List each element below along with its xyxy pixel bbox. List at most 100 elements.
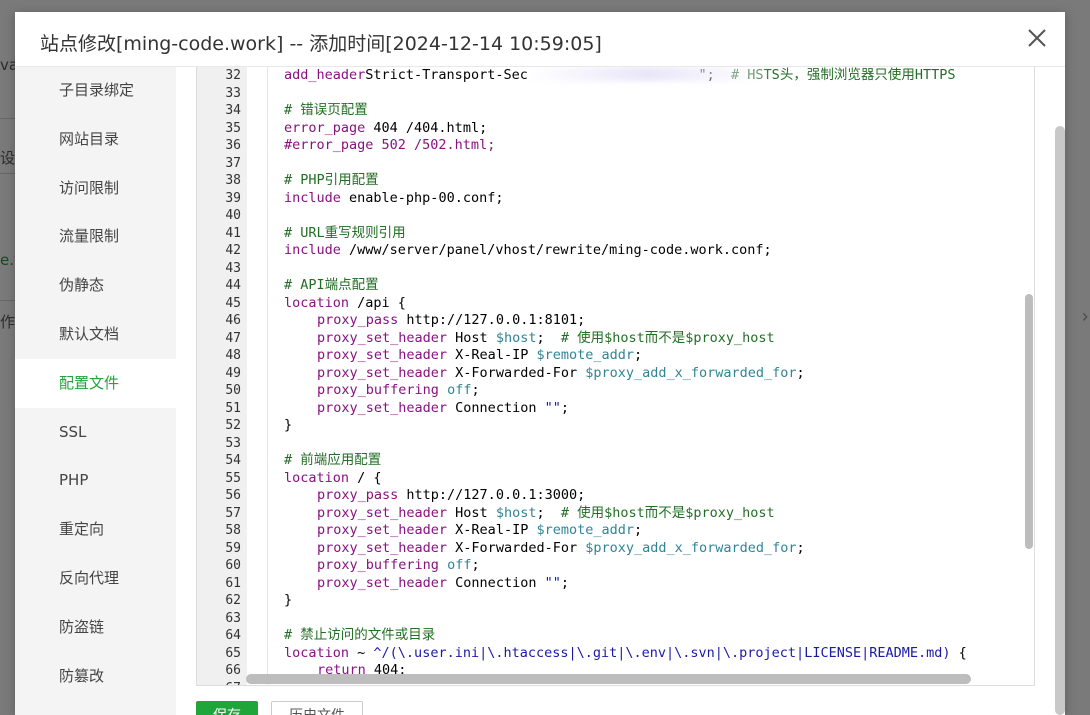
config-editor[interactable]: 32 33 34 35 36 37 38 39 40 41 42 43 44 45 46 47 48 49 50 51… (196, 67, 1035, 686)
sidebar-item[interactable]: PHP (15, 456, 176, 505)
line-number: 56 (225, 488, 241, 503)
sidebar-item[interactable]: 流量限制 (15, 212, 176, 261)
code-token: $remote_addr (536, 347, 634, 363)
modal-title: 站点修改[ming-code.work] -- 添加时间[2024-12-14 … (40, 33, 602, 55)
code-token: $proxy_add_x_forwarded_for (585, 539, 797, 556)
sidebar-item[interactable]: SSL (15, 408, 176, 457)
modal-header: 站点修改[ming-code.work] -- 添加时间[2024-12-14 … (15, 12, 1065, 67)
code-token: X-Real-IP (447, 522, 537, 538)
sidebar-item[interactable]: 默认文档 (15, 310, 176, 359)
code-token: proxy_set_header (317, 364, 448, 381)
sidebar-item[interactable]: 子目录绑定 (15, 66, 176, 115)
code-token: proxy_set_header (317, 522, 448, 538)
line-number: 40 (225, 208, 241, 223)
line-number: 61 (225, 575, 241, 591)
code-token: Connection (447, 399, 545, 416)
code-line: include /www/server/panel/vhost/rewrite/… (284, 242, 772, 260)
sidebar-item[interactable]: 防篡改 (15, 652, 176, 701)
code-token: # 使用$host而不是$proxy_host (560, 504, 775, 521)
line-number: 63 (225, 610, 241, 626)
background-text-fragment: 作 (0, 313, 16, 331)
sidebar-item[interactable]: 访问限制 (15, 164, 176, 213)
code-token: $proxy_add_x_forwarded_for (585, 364, 797, 381)
code-token: X-Forwarded-For (447, 539, 586, 556)
history-file-button[interactable]: 历史文件 (271, 701, 363, 715)
line-number: 39 (225, 190, 241, 206)
code-token: proxy_set_header (317, 539, 448, 556)
sidebar-item[interactable]: 防盗链 (15, 603, 176, 652)
line-number: 50 (225, 383, 241, 398)
line-number: 65 (225, 645, 241, 661)
code-token: 404 /404.html; (365, 119, 488, 136)
sidebar-item[interactable]: 伪静态 (15, 261, 176, 310)
code-token: # URL重写规则引用 (284, 224, 406, 241)
code-token: off (447, 382, 472, 398)
sidebar-item[interactable]: 配置文件 (15, 358, 176, 408)
editor-vertical-scrollbar[interactable] (1025, 294, 1033, 549)
code-token: "" (544, 399, 561, 416)
code-line: location ~ ^/(\.user.ini|\.htaccess|\.gi… (284, 645, 967, 663)
line-number: 38 (225, 173, 241, 188)
code-token: include (284, 242, 341, 258)
code-token: /www/server/panel/vhost/rewrite/ming-cod… (340, 242, 772, 258)
code-token: # PHP引用配置 (284, 172, 379, 188)
close-icon (1028, 29, 1046, 47)
sidebar-item[interactable]: 网站目录 (15, 115, 176, 164)
code-token: Host (447, 329, 496, 346)
line-number: 48 (225, 348, 241, 363)
editor-horizontal-scrollbar[interactable] (246, 674, 971, 684)
code-token: /api { (349, 294, 406, 311)
code-token: proxy_pass (317, 312, 399, 328)
code-line: proxy_set_header X-Forwarded-For $proxy_… (317, 540, 805, 558)
save-button[interactable]: 保存 (196, 701, 258, 715)
code-token: $remote_addr (536, 522, 634, 538)
sidebar-item[interactable]: 网站安全 (15, 700, 176, 715)
code-line: #error_page 502 /502.html; (284, 137, 495, 155)
code-token: X-Forwarded-For (447, 364, 586, 381)
chevron-right-icon: › (1082, 306, 1088, 326)
code-token: enable-php-00.conf; (340, 189, 504, 206)
sidebar-item[interactable]: 反向代理 (15, 554, 176, 603)
code-line: proxy_set_header Connection ""; (317, 575, 569, 593)
code-line: # API端点配置 (284, 277, 379, 295)
line-number: 44 (225, 278, 241, 293)
code-token: # API端点配置 (284, 277, 379, 293)
code-line: include enable-php-00.conf; (284, 190, 503, 208)
code-line: proxy_set_header X-Forwarded-For $proxy_… (317, 365, 805, 383)
code-line: # URL重写规则引用 (284, 225, 406, 243)
indent-guide (267, 67, 268, 685)
code-line: } (284, 417, 292, 435)
code-token: proxy_buffering (317, 382, 439, 398)
line-number: 37 (225, 155, 241, 171)
line-number: 67 (197, 680, 241, 686)
code-token: error_page (284, 119, 366, 136)
line-number: 33 (225, 85, 241, 101)
code-line: location /api { (284, 295, 406, 313)
code-line: } (284, 592, 292, 610)
code-token: proxy_buffering (317, 557, 439, 573)
code-token: include (284, 189, 341, 206)
code-token: # 前端应用配置 (284, 452, 382, 468)
code-line: location / { (284, 470, 382, 488)
code-line: proxy_buffering off; (317, 382, 480, 400)
line-number: 59 (225, 540, 241, 556)
close-button[interactable] (1023, 24, 1051, 52)
code-line: # 禁止访问的文件或目录 (284, 627, 435, 645)
code-token: ; (536, 504, 561, 521)
code-token: ; (536, 329, 561, 346)
code-token: location (284, 294, 350, 311)
code-token: { (950, 644, 967, 661)
code-token: proxy_set_header (317, 347, 448, 363)
code-line: proxy_pass http://127.0.0.1:8101; (317, 312, 585, 330)
code-token: location (284, 469, 350, 486)
code-token: ; (796, 539, 805, 556)
code-token: ; (471, 557, 480, 573)
line-number: 46 (225, 313, 241, 328)
line-number: 36 (225, 138, 241, 153)
modal-vertical-scrollbar[interactable] (1055, 126, 1065, 715)
sidebar-item[interactable]: 重定向 (15, 505, 176, 554)
code-token: $host (495, 504, 537, 521)
code-token: proxy_set_header (317, 504, 448, 521)
